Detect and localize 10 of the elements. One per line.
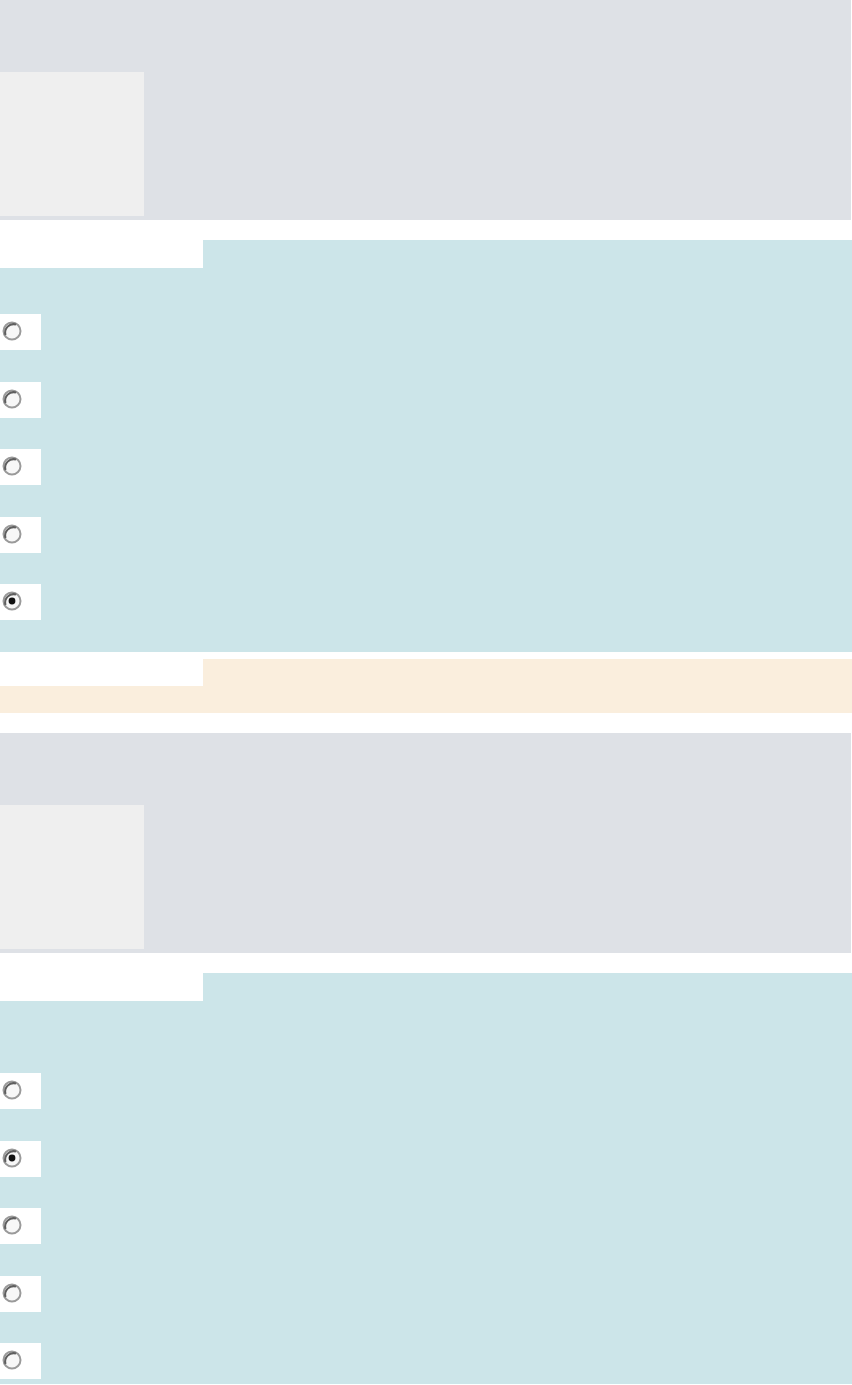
radio-button[interactable] (2, 388, 22, 409)
radio-button[interactable] (2, 1282, 22, 1303)
radio-button[interactable] (2, 591, 22, 611)
radio-button[interactable] (2, 1080, 22, 1100)
radio-button[interactable] (2, 523, 22, 544)
radio-button[interactable] (2, 1147, 22, 1168)
radio-button[interactable] (2, 1215, 22, 1235)
radio-button[interactable] (2, 456, 22, 476)
radio-button[interactable] (2, 321, 22, 341)
radio-button[interactable] (2, 1350, 22, 1370)
